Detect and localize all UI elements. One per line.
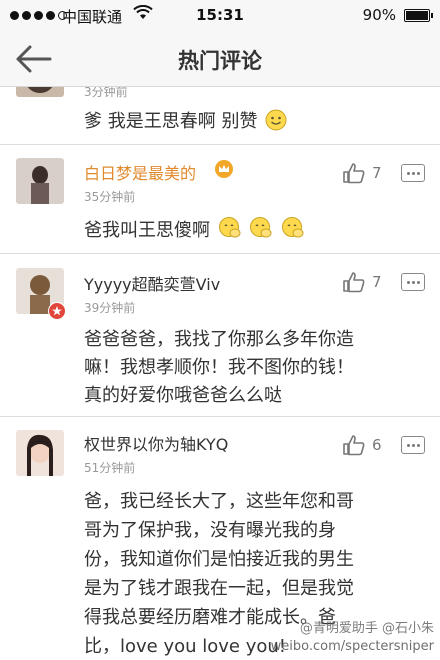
- clapping-emoji-icon: [249, 216, 273, 249]
- avatar[interactable]: [16, 158, 64, 204]
- comment-text-line: 哥为了保护我，没有曝光我的身: [84, 520, 336, 541]
- comment-timestamp: 51分钟前: [84, 461, 136, 475]
- comment-text-line: 爹 我是王思春啊 别赞: [84, 111, 258, 132]
- battery-percent: 90%: [362, 6, 396, 24]
- clapping-emoji-icon: [218, 216, 242, 249]
- thumbs-up-icon: [343, 435, 365, 456]
- more-options-icon[interactable]: [401, 164, 425, 182]
- comment-username[interactable]: 权世界以你为轴KYQ: [84, 431, 228, 455]
- back-arrow-icon[interactable]: [14, 41, 54, 77]
- watermark-url: weibo.com/spectersniper: [270, 639, 434, 654]
- comment-text-line: 份，我知道你们是怕接近我的男生: [84, 549, 354, 570]
- comment-item: Yyyyy超酷奕萱Viv 39分钟前 7 爸爸爸爸，我找了你那么多年你造 嘛！我…: [0, 254, 440, 417]
- like-button[interactable]: 6: [342, 434, 382, 456]
- comment-text-line: 爸爸爸爸，我找了你那么多年你造: [84, 329, 354, 350]
- thumbs-up-icon: [343, 163, 365, 184]
- like-button[interactable]: 7: [342, 271, 382, 293]
- watermark: @青明爱助手 @石小朱 weibo.com/spectersniper: [271, 620, 434, 656]
- comment-text: 爹 我是王思春啊 别赞: [84, 108, 414, 140]
- smiley-emoji-icon: [265, 109, 287, 140]
- comment-timestamp: 3分钟前: [84, 87, 128, 99]
- status-bar: 中国联通 15:31 90%: [0, 0, 440, 32]
- navigation-bar: 热门评论: [0, 32, 440, 87]
- like-button[interactable]: 7: [342, 162, 382, 184]
- battery-icon: [404, 9, 433, 22]
- avatar[interactable]: [16, 87, 64, 97]
- comment-username[interactable]: 白日梦是最美的: [84, 160, 196, 184]
- clapping-emoji-icon: [281, 216, 305, 249]
- comment-item: 3分钟前 爹 我是王思春啊 别赞: [0, 87, 440, 145]
- comment-text-line: 嘛！我想孝顺你！我不图你的钱！: [84, 357, 354, 378]
- crown-icon: [214, 159, 234, 179]
- avatar[interactable]: [16, 430, 64, 476]
- comment-text-line: 真的好爱你哦爸爸么么哒: [84, 385, 282, 406]
- page-title: 热门评论: [178, 49, 262, 73]
- comment-text-line: 爸，我已经长大了，这些年您和哥: [84, 491, 354, 512]
- verified-badge-icon: [48, 302, 66, 320]
- comment-timestamp: 35分钟前: [84, 190, 136, 204]
- comment-text-line: 是为了钱才跟我在一起，但是我觉: [84, 578, 354, 599]
- comment-list: 3分钟前 爹 我是王思春啊 别赞 白日梦是最美的 35分钟前 7 爸我叫王思傻啊: [0, 87, 440, 660]
- watermark-handles: @青明爱助手 @石小朱: [299, 621, 434, 636]
- like-count: 7: [372, 164, 382, 182]
- comment-timestamp: 39分钟前: [84, 301, 136, 315]
- like-count: 7: [372, 273, 382, 291]
- more-options-icon[interactable]: [401, 273, 425, 291]
- comment-username[interactable]: Yyyyy超酷奕萱Viv: [84, 271, 220, 295]
- like-count: 6: [372, 436, 382, 454]
- comment-item: 白日梦是最美的 35分钟前 7 爸我叫王思傻啊: [0, 145, 440, 254]
- comment-text: 爸我叫王思傻啊: [84, 216, 414, 249]
- thumbs-up-icon: [343, 272, 365, 293]
- comment-text-line: 爸我叫王思傻啊: [84, 220, 210, 241]
- more-options-icon[interactable]: [401, 436, 425, 454]
- comment-text: 爸爸爸爸，我找了你那么多年你造 嘛！我想孝顺你！我不图你的钱！ 真的好爱你哦爸爸…: [84, 326, 414, 410]
